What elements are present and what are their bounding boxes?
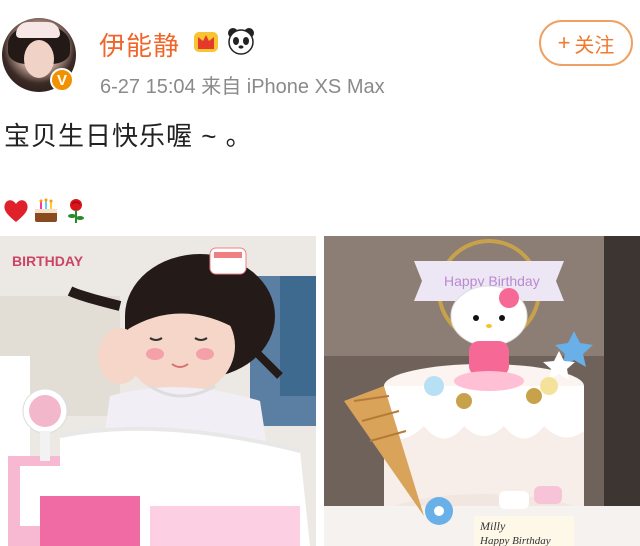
post-content: 宝贝生日快乐喔 ~ 。 (4, 121, 253, 151)
follow-label: 关注 (574, 34, 615, 57)
cake-plaque-name: Milly (479, 519, 506, 533)
girl-photo-illustration: BIRTHDAY (0, 236, 316, 546)
left-photo-banner: BIRTHDAY (12, 253, 84, 269)
avatar-face (24, 40, 54, 78)
post-meta: 6-27 15:04 来自 iPhone XS Max (100, 76, 385, 98)
panda-icon (228, 28, 254, 55)
post-photo-1[interactable]: BIRTHDAY (0, 236, 316, 546)
plus-icon: + (557, 30, 571, 55)
verified-badge-icon: V (50, 68, 74, 92)
emoji-row (2, 196, 90, 226)
cake-plaque-greeting: Happy Birthday (479, 535, 551, 546)
cake-emoji-icon (35, 198, 57, 222)
crown-icon (194, 32, 218, 52)
heart-emoji-icon (4, 200, 28, 222)
rose-emoji-icon (68, 199, 84, 223)
post-photo-2[interactable]: Happy Birthday Milly Happy Birthday (324, 236, 640, 546)
username[interactable]: 伊能静 (99, 26, 180, 63)
follow-button[interactable]: + 关注 (539, 20, 633, 66)
avatar-cap (16, 22, 60, 38)
cake-photo-illustration: Happy Birthday Milly Happy Birthday (324, 236, 640, 546)
